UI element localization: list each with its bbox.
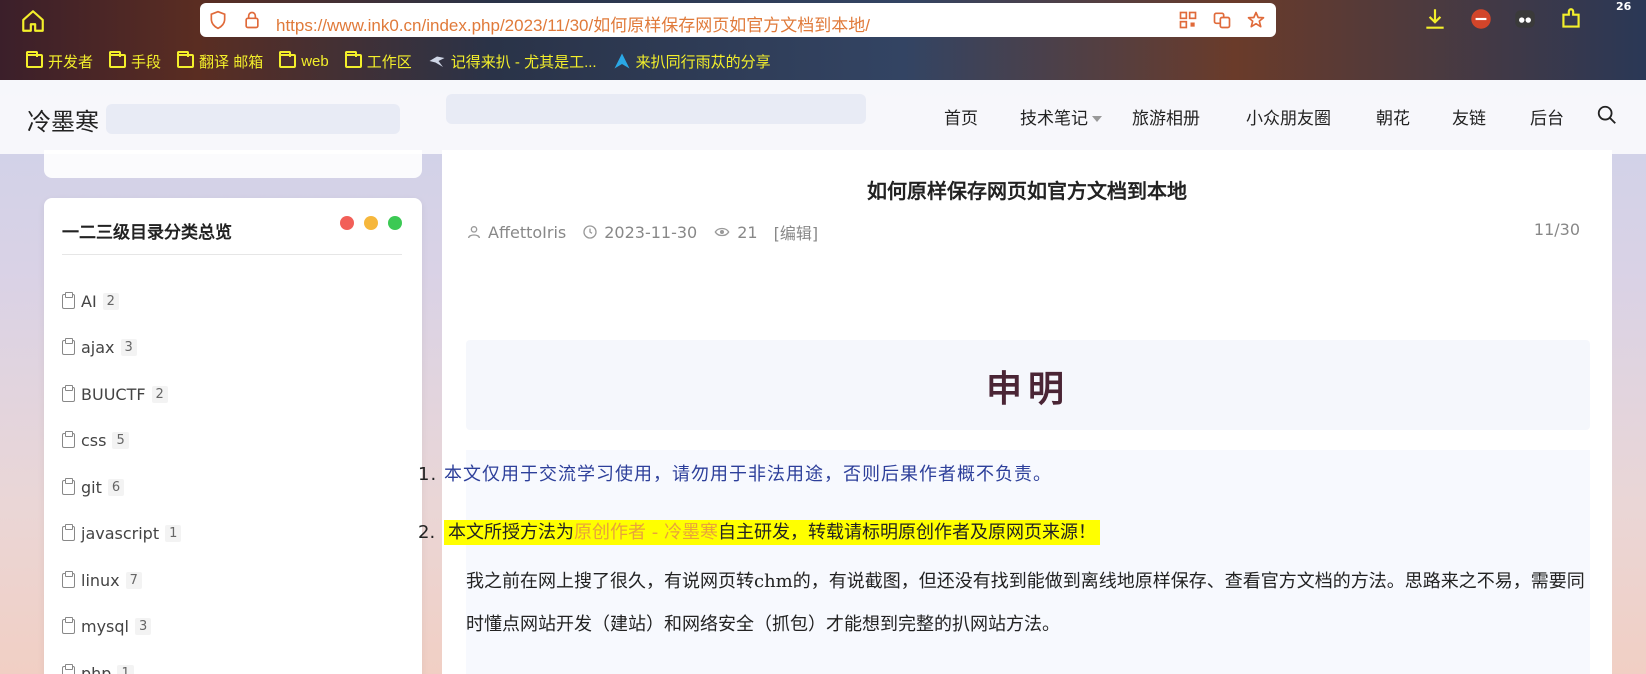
author[interactable]: AffettoIris [466, 223, 566, 242]
folder-icon [344, 51, 362, 68]
category-count: 6 [107, 478, 125, 496]
user-icon [468, 226, 480, 239]
arrow-logo-icon [614, 53, 630, 69]
nav-friend-links[interactable]: 友链 [1452, 104, 1486, 129]
folder-icon [26, 51, 43, 68]
notice-box: 申明 [466, 340, 1590, 430]
clipboard-icon [62, 338, 75, 356]
url-text[interactable]: https://www.ink0.cn/index.php/2023/11/30… [276, 11, 870, 36]
clipboard-icon [62, 570, 75, 588]
article-meta: AffettoIris 2023-11-30 21 [编辑] [466, 220, 818, 244]
notice-title: 申明 [985, 368, 1070, 410]
author-credit: 原创作者 - 冷墨寒 [574, 522, 718, 543]
nav-tech-notes[interactable]: 技术笔记 [1020, 104, 1102, 129]
category-item[interactable]: git 6 [62, 464, 402, 511]
category-item[interactable]: AI 2 [62, 278, 402, 325]
home-icon[interactable] [20, 8, 46, 34]
category-count: 1 [165, 525, 182, 543]
category-item[interactable]: ajax 3 [62, 325, 402, 372]
yellow-dot [364, 216, 378, 230]
translate-icon[interactable] [1212, 10, 1232, 30]
clipboard-icon [62, 291, 75, 309]
folder-icon [177, 51, 195, 68]
clock-icon [583, 225, 597, 239]
nav-home[interactable]: 首页 [944, 104, 978, 129]
category-count: 2 [102, 292, 119, 310]
category-item[interactable]: mysql 3 [62, 604, 402, 651]
bookmarks-bar: 开发者 手段 翻译 邮箱 web 工作区 记得来扒 - 尤其是工... 来扒同行… [0, 48, 787, 74]
main-nav: 首页 技术笔记 旅游相册 小众朋友圈 朝花 友链 后台 [0, 104, 1646, 134]
notice-item-1: 1. 本文仅用于交流学习使用，请勿用于非法用途，否则后果作者概不负责。 [418, 464, 1052, 485]
extension-badge: 26 [1616, 0, 1632, 13]
category-item[interactable]: css 5 [62, 418, 402, 465]
lock-icon[interactable] [242, 10, 262, 30]
date-short: 11/30 [1533, 220, 1580, 239]
bookmark-folder-means[interactable]: 手段 [109, 51, 161, 72]
star-icon[interactable] [1246, 10, 1266, 30]
green-dot [388, 216, 402, 230]
clipboard-icon [62, 663, 75, 674]
clipboard-icon [62, 384, 75, 402]
card-title: 一二三级目录分类总览 [62, 223, 232, 243]
download-icon[interactable] [1422, 6, 1448, 32]
category-item[interactable]: BUUCTF 2 [62, 371, 402, 418]
sidebar-card-top [44, 150, 422, 178]
qr-code-icon[interactable] [1178, 10, 1198, 30]
red-dot [340, 216, 354, 230]
edit-link[interactable]: [编辑] [774, 220, 819, 244]
category-list: AI 2 ajax 3 BUUCTF 2 css 5 git 6 javascript 1 … [62, 278, 402, 674]
notice-item-2: 2. 本文所授方法为原创作者 - 冷墨寒自主研发，转载请标明原创作者及原网页来源！ [418, 518, 1100, 545]
article-title: 如何原样保存网页如官方文档到本地 [867, 179, 1187, 203]
mask-extension-icon[interactable] [1512, 6, 1538, 32]
chevron-down-icon [1092, 116, 1102, 122]
category-count: 1 [117, 664, 134, 674]
folder-icon [279, 51, 297, 68]
bookmark-remember[interactable]: 记得来扒 - 尤其是工... [428, 51, 597, 72]
bookmark-folder-translate-mail[interactable]: 翻译 邮箱 [177, 51, 263, 72]
category-count: 5 [112, 432, 129, 450]
shield-icon[interactable] [208, 10, 228, 30]
bookmark-folder-web[interactable]: web [279, 51, 329, 70]
category-count: 2 [151, 385, 168, 403]
nav-admin[interactable]: 后台 [1530, 104, 1564, 129]
nav-travel-album[interactable]: 旅游相册 [1132, 104, 1200, 129]
address-bar[interactable]: https://www.ink0.cn/index.php/2023/11/30… [200, 3, 1276, 37]
highlighted-text: 本文所授方法为原创作者 - 冷墨寒自主研发，转载请标明原创作者及原网页来源！ [444, 520, 1100, 545]
site-header: 冷墨寒 首页 技术笔记 旅游相册 小众朋友圈 朝花 友链 后台 [0, 80, 1646, 154]
publish-date: 2023-11-30 [582, 223, 697, 242]
article-paragraph: 我之前在网上搜了很久，有说网页转chm的，有说截图，但还没有找到能做到离线地原样… [466, 571, 1585, 635]
folder-icon [109, 51, 127, 68]
category-item[interactable]: php 1 [62, 650, 402, 674]
bookmark-folder-workspace[interactable]: 工作区 [344, 51, 412, 72]
clipboard-icon [62, 431, 75, 449]
category-count: 3 [120, 339, 137, 357]
nav-friends-circle[interactable]: 小众朋友圈 [1246, 104, 1331, 129]
clipboard-icon [62, 524, 75, 542]
bookmark-share[interactable]: 来扒同行雨苁的分享 [613, 51, 771, 72]
bird-icon [429, 56, 445, 67]
article: 如何原样保存网页如官方文档到本地 AffettoIris 2023-11-30 … [418, 150, 1612, 674]
clipboard-icon [62, 477, 75, 495]
divider [62, 254, 402, 255]
eye-icon [714, 227, 730, 237]
category-item[interactable]: linux 7 [62, 557, 402, 604]
view-count: 21 [713, 223, 758, 242]
bookmark-folder-dev[interactable]: 开发者 [26, 51, 93, 72]
category-count: 3 [135, 618, 152, 636]
puzzle-icon[interactable] [1558, 6, 1584, 32]
nav-morning-flowers[interactable]: 朝花 [1376, 104, 1410, 129]
window-dots [340, 216, 402, 230]
category-card: 一二三级目录分类总览 AI 2 ajax 3 BUUCTF 2 css 5 git 6 j… [44, 198, 422, 674]
category-item[interactable]: javascript 1 [62, 511, 402, 558]
category-count: 7 [125, 571, 142, 589]
browser-toolbar: https://www.ink0.cn/index.php/2023/11/30… [0, 0, 1646, 80]
clipboard-icon [62, 617, 75, 635]
search-icon[interactable] [1596, 104, 1618, 126]
extension-icon[interactable] [1468, 6, 1494, 32]
